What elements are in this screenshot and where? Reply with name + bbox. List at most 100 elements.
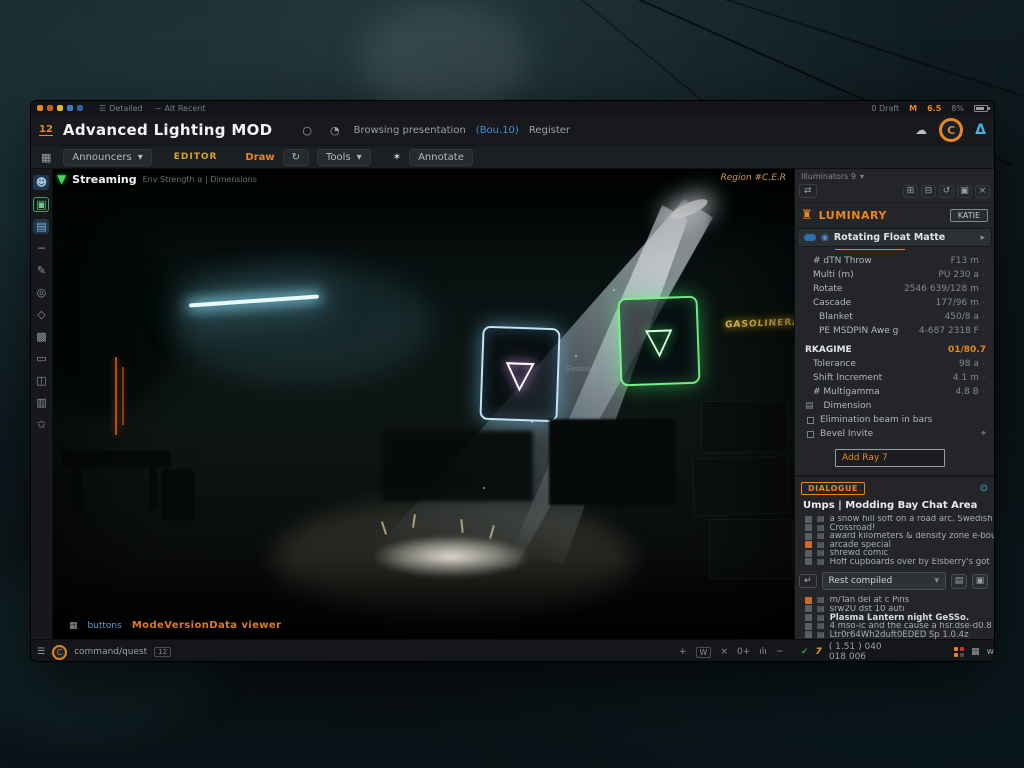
grid-menu-icon[interactable]: ▦ [37,150,55,165]
target-icon[interactable]: ⌖ [981,429,986,439]
copy-button[interactable]: ▣ [972,574,988,589]
tab-draw[interactable]: Draw [245,152,274,163]
app-logo-badge[interactable]: 12 [39,124,53,136]
header-right: ☁ C Δ [915,118,986,142]
avatar-chip [805,524,812,531]
chevron-down-icon[interactable]: ▾ [860,172,864,181]
log-line[interactable]: ▤ Ltr0r64Wh2duft0EDED Sp 1.0.4z [795,630,994,639]
brand-triangle-icon[interactable]: Δ [975,122,986,138]
zoom-out-icon[interactable]: ⊟ [921,185,936,198]
doc-icon: ▤ [817,558,825,567]
toggle-switch[interactable] [804,234,816,241]
enter-icon[interactable]: ↵ [799,574,817,588]
star-tool-icon[interactable]: ✩ [33,417,49,432]
add-icon[interactable]: + [679,647,687,657]
window-dot-4[interactable] [67,105,73,111]
frame-icon[interactable]: ▣ [957,185,972,198]
add-ray-button[interactable]: Add Ray 7 [835,449,945,467]
avatar-chip [805,623,812,630]
menu-item-recent[interactable]: ~ Alt Recent [155,104,206,113]
pen-tool-icon[interactable]: ✎ [33,263,49,278]
layers-tool-icon[interactable]: ▤ [33,219,49,234]
annotate-button[interactable]: Annotate [409,149,473,166]
header-center-link[interactable]: (Bou.10) [476,125,519,136]
mini-grid-icon[interactable]: ▦ [971,647,980,657]
dialogue-tag[interactable]: DIALOGUE [801,482,865,495]
property-group-row[interactable]: RKAGIME 01/80.7 [795,343,994,357]
wave-icon[interactable]: ~ [776,647,784,657]
chevron-right-icon[interactable]: ▸ [980,233,985,243]
panel-tool-icon[interactable]: ◫ [33,373,49,388]
log-line[interactable]: ▤ m/Tan del at c Pins [795,596,994,605]
color-grid-icon[interactable] [954,647,964,657]
polygon-tool-icon[interactable]: ◇ [33,307,49,322]
zero-plus-icon[interactable]: 0+ [737,647,750,657]
dimension-row[interactable]: ▤ Dimension [795,399,994,413]
tab-tools[interactable]: Tools ▾ [317,149,371,166]
info-icon[interactable]: ◔ [326,123,344,138]
user-label[interactable]: command/quest [74,647,147,657]
property-row[interactable]: Blanket 450/8 a◦ [795,310,994,324]
property-row[interactable]: Cascade 177/96 m◦ [795,296,994,310]
window-dot-1[interactable] [37,105,43,111]
property-row[interactable]: Tolerance 98 a◦ [795,357,994,371]
user-badge: 12 [154,647,171,657]
link-icon[interactable]: ⊙ [980,483,988,494]
scene-select[interactable]: Announcers ▾ [63,149,151,166]
chat-select[interactable]: Rest compiled ▾ [822,572,946,590]
property-row[interactable]: Shift Increment 4.1 m◦ [795,371,994,385]
chart-icon[interactable]: ılı [759,647,767,657]
w-tool-icon[interactable]: W [696,647,712,658]
w-small-icon[interactable]: ᴡ [987,647,994,657]
cloud-icon[interactable]: ☁ [915,123,927,137]
refresh-button[interactable]: ↻ [283,149,309,166]
columns-tool-icon[interactable]: ▥ [33,395,49,410]
viewport[interactable]: ▽ ▽ Gasolina GASOLINERA [53,169,794,639]
chat-message[interactable]: ▤ award kilometers & density zone e-boun… [795,532,994,541]
log-line[interactable]: ▤ 4 mso-ic and the cause a hsr.dse-d0.8 … [795,622,994,631]
log-line[interactable]: ▤ srw2U dst 10 auti [795,605,994,614]
checkbox[interactable] [807,431,814,438]
window-dot-5[interactable] [77,105,83,111]
close-icon[interactable]: × [975,185,990,198]
checkbox-row[interactable]: Elimination beam in bars [795,413,994,427]
window-dot-3[interactable] [57,105,63,111]
history-icon[interactable]: ○ [298,123,316,138]
property-row[interactable]: PE MSDPIN Awe g 4-687 2318 F◦ [795,324,994,338]
property-row[interactable]: Multi (m) PU 230 a◦ [795,268,994,282]
log-line[interactable]: ▤ Plasma Lantern night GeSSo. [795,613,994,622]
window-dot-2[interactable] [47,105,53,111]
chat-message[interactable]: ▤ arcade special [795,540,994,549]
checkbox-row[interactable]: Bevel Invite ⌖ [795,427,994,441]
cube-tool-icon[interactable]: ▩ [33,329,49,344]
checkbox[interactable] [807,417,814,424]
app-window: ☰ Detailed ~ Alt Recent 0 Draft M 6.5 8%… [30,100,995,662]
sparkle-icon[interactable]: ✶ [393,152,401,163]
footer-link[interactable]: buttons [87,621,121,631]
globe-tool-icon[interactable]: ◎ [33,285,49,300]
scene-select-value: Announcers [72,152,131,163]
ruler-tool-icon[interactable]: ▭ [33,351,49,366]
chat-message[interactable]: ▤ Crossroad! [795,523,994,532]
minus-tool-icon[interactable]: ─ [33,241,49,256]
undo-icon[interactable]: ↺ [939,185,954,198]
property-row[interactable]: # dTN Throw F13 m◦ [795,254,994,268]
list-icon[interactable]: ☰ [37,647,45,657]
times-icon[interactable]: × [720,647,728,657]
chat-message[interactable]: ▤ Hoff cupboards over by Elsberry's got [795,558,994,567]
katie-button[interactable]: KATIE [950,209,988,222]
menu-item-detailed[interactable]: ☰ Detailed [99,104,143,113]
check-status-icon: ✓ [801,647,809,657]
swap-icon[interactable]: ⇄ [799,184,817,198]
chat-message[interactable]: ▤ shrewd comic [795,549,994,558]
chat-message[interactable]: ▤ a snow hill soft on a road arc. Swedis… [795,515,994,524]
attach-button[interactable]: ▤ [951,574,967,589]
property-row[interactable]: # Multigamma 4.8 B◦ [795,385,994,399]
user-tool-icon[interactable]: ☻ [33,175,49,190]
user-avatar[interactable]: C [52,645,67,660]
tree-node[interactable]: ◉ Rotating Float Matte ▸ [797,228,992,247]
zoom-in-icon[interactable]: ⊞ [903,185,918,198]
camera-tool-icon[interactable]: ▣ [33,197,49,212]
avatar[interactable]: C [939,118,963,142]
property-row[interactable]: Rotate 2546 639/128 m◦ [795,282,994,296]
